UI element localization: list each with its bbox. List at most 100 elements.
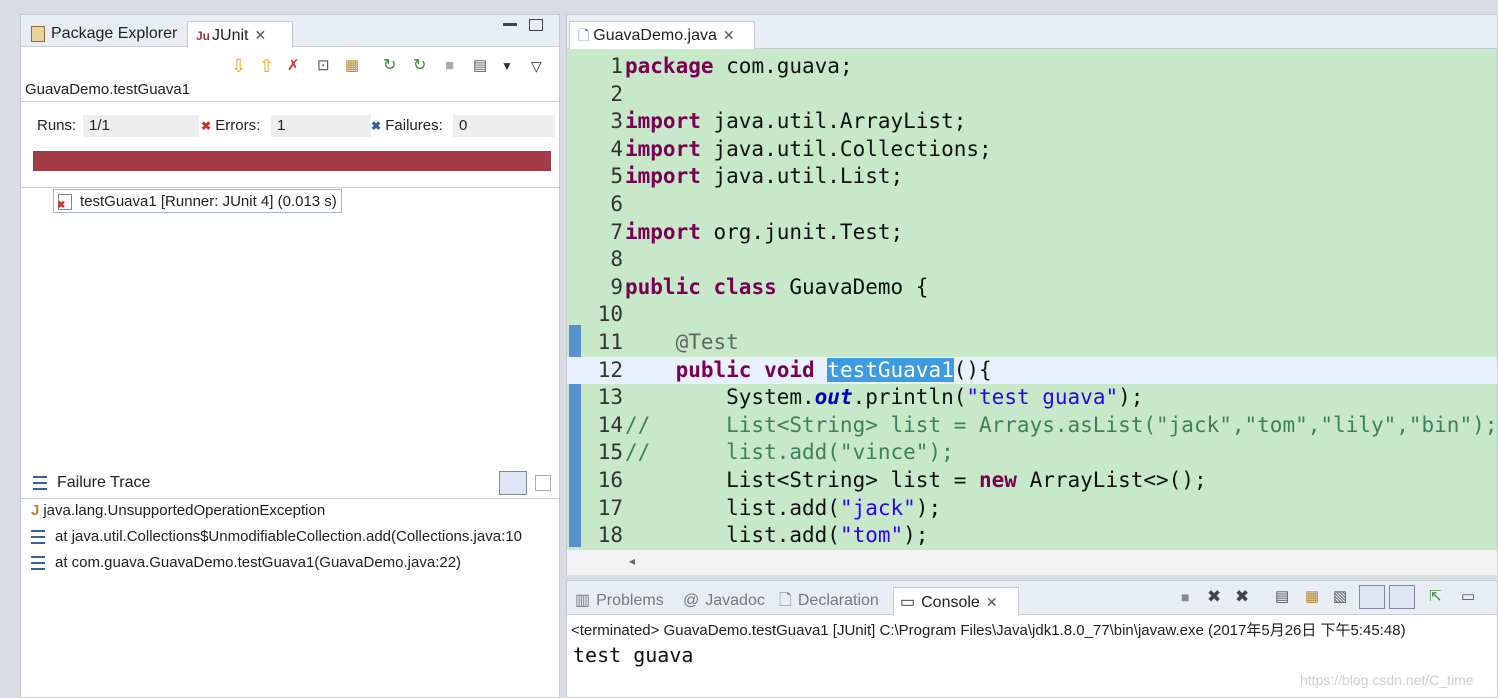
console-output: test guava — [573, 643, 694, 667]
scroll-lock-icon[interactable]: ▦ — [1305, 587, 1319, 605]
line-number: 15 — [597, 440, 623, 465]
line-number: 9 — [610, 274, 623, 299]
word-wrap-icon[interactable]: ▧ — [1333, 587, 1347, 605]
junit-icon: Ju — [196, 28, 211, 43]
line-number: 6 — [610, 192, 623, 216]
next-failure-icon[interactable]: ⇩ — [231, 55, 246, 77]
code-text: import org.junit.Test; — [625, 219, 904, 244]
code-line[interactable]: 3 import java.util.ArrayList; — [567, 108, 1497, 136]
code-line[interactable]: 10 — [567, 301, 1497, 329]
line-number: 10 — [597, 302, 623, 327]
tab-javadoc[interactable]: @ Javadoc — [677, 587, 765, 615]
filter-stack-icon[interactable] — [499, 471, 527, 495]
line-number: 3 — [610, 109, 623, 134]
test-run-label: GuavaDemo.testGuava1 — [25, 81, 191, 98]
maximize-icon[interactable] — [529, 19, 543, 31]
code-line[interactable]: 5 import java.util.List; — [567, 163, 1497, 191]
history-dropdown-icon[interactable]: ▼ — [501, 55, 513, 77]
line-number: 1 — [610, 54, 623, 78]
tab-junit[interactable]: Ju JUnit ✕ — [187, 21, 293, 48]
show-on-output-icon[interactable] — [1359, 585, 1385, 609]
line-number: 2 — [610, 81, 623, 106]
clear-console-icon[interactable]: ▤ — [1275, 587, 1289, 605]
code-text: package com.guava; — [625, 54, 853, 78]
code-text: @Test — [675, 330, 739, 354]
code-line[interactable]: 1 package com.guava; — [567, 53, 1497, 81]
code-line[interactable]: 18 list.add("tom"); — [567, 522, 1497, 550]
scroll-left-icon[interactable]: ◂ — [629, 554, 635, 568]
view-menu-icon[interactable]: ▽ — [531, 55, 542, 77]
trace-line[interactable]: at com.guava.GuavaDemo.testGuava1(GuavaD… — [31, 551, 557, 575]
console-status: <terminated> GuavaDemo.testGuava1 [JUnit… — [571, 622, 1406, 639]
close-icon[interactable]: ✕ — [254, 27, 266, 43]
code-area[interactable]: 1 package com.guava; 2 3 import java.util.Ar… — [567, 49, 1497, 549]
pin-console-icon[interactable]: ⇱ — [1429, 587, 1442, 605]
code-text: list.add("jack"); — [625, 495, 942, 520]
code-editor: 🗋 GuavaDemo.java ✕ 1 package com.guava; 2 3 im… — [566, 14, 1498, 575]
code-line[interactable]: 15// list.add("vince"); — [567, 439, 1497, 467]
stack-frame-icon — [31, 530, 45, 545]
compare-icon[interactable] — [535, 475, 551, 491]
stop-icon[interactable]: ■ — [445, 55, 454, 77]
code-text: public void testGuava1(){ — [675, 357, 992, 382]
tab-package-explorer[interactable]: Package Explorer — [23, 21, 193, 47]
scroll-lock-icon[interactable]: ⊡ — [317, 55, 330, 77]
history-icon[interactable]: ▤ — [473, 55, 487, 77]
console-icon: ▭ — [900, 594, 916, 611]
terminate-icon[interactable]: ■ — [1181, 589, 1189, 605]
test-tree-item[interactable]: ✖ testGuava1 [Runner: JUnit 4] (0.013 s) — [53, 189, 342, 213]
show-on-error-icon[interactable] — [1389, 585, 1415, 609]
line-number: 16 — [597, 468, 623, 492]
failures-value: 0 — [453, 115, 555, 137]
line-number: 4 — [610, 136, 623, 161]
counters-row: Runs: 1/1 ✖ Errors: 1 ✖ Failures: 0 — [21, 111, 559, 141]
code-text: // list.add("vince"); — [625, 440, 954, 465]
code-text: public class GuavaDemo { — [625, 274, 929, 299]
remove-launch-icon[interactable]: ✖ — [1207, 587, 1221, 607]
remove-all-icon[interactable]: ✖ — [1235, 587, 1249, 607]
horizontal-scrollbar[interactable]: ◂ — [567, 549, 1497, 575]
code-line[interactable]: 17 list.add("jack"); — [567, 495, 1497, 523]
code-line[interactable]: 8 — [567, 246, 1497, 274]
display-console-icon[interactable]: ▭ — [1461, 587, 1475, 605]
stack-frame-icon — [31, 556, 45, 571]
code-line[interactable]: 11 @Test — [567, 329, 1497, 357]
layout-icon[interactable]: ▦ — [345, 55, 359, 77]
code-text: import java.util.ArrayList; — [625, 109, 967, 134]
code-text: // List<String> list = Arrays.asList("ja… — [625, 412, 1498, 437]
tab-problems[interactable]: ▥ Problems — [569, 587, 664, 615]
code-text: System.out.println("test guava"); — [625, 385, 1144, 410]
declaration-icon: 🗋 — [779, 592, 792, 609]
code-line[interactable]: 12 public void testGuava1(){ — [567, 356, 1497, 385]
previous-failure-icon[interactable]: ⇧ — [259, 55, 274, 77]
failure-trace-header: Failure Trace — [21, 467, 559, 499]
watermark: https://blog.csdn.net/C_time — [1300, 672, 1474, 688]
code-line[interactable]: 13 System.out.println("test guava"); — [567, 384, 1497, 412]
code-line[interactable]: 7 import org.junit.Test; — [567, 219, 1497, 247]
close-icon[interactable]: ✕ — [986, 594, 998, 610]
tab-console[interactable]: ▭ Console ✕ — [893, 587, 1019, 616]
code-text: import java.util.List; — [625, 164, 904, 189]
line-number: 5 — [610, 164, 623, 189]
rerun-icon[interactable]: ↻ — [383, 55, 396, 77]
close-icon[interactable]: ✕ — [723, 27, 735, 43]
line-number: 13 — [597, 385, 623, 410]
code-line[interactable]: 9 public class GuavaDemo { — [567, 274, 1497, 302]
code-line[interactable]: 4 import java.util.Collections; — [567, 136, 1497, 164]
code-line[interactable]: 2 — [567, 81, 1497, 109]
code-line[interactable]: 16 List<String> list = new ArrayList<>()… — [567, 467, 1497, 495]
tab-guavademo-java[interactable]: 🗋 GuavaDemo.java ✕ — [569, 21, 755, 50]
show-failures-only-icon[interactable]: ✗ — [287, 55, 300, 77]
package-icon — [31, 25, 45, 42]
code-text: import java.util.Collections; — [625, 136, 992, 161]
editor-tab-bar: 🗋 GuavaDemo.java ✕ — [567, 15, 1497, 50]
tab-declaration[interactable]: 🗋 Declaration — [773, 587, 879, 615]
line-number: 7 — [610, 219, 623, 244]
trace-line[interactable]: Jjava.lang.UnsupportedOperationException — [31, 499, 557, 523]
code-line[interactable]: 6 — [567, 191, 1497, 219]
line-number: 8 — [610, 247, 623, 272]
minimize-icon[interactable] — [503, 23, 517, 26]
rerun-failed-icon[interactable]: ↻ — [413, 55, 426, 77]
code-line[interactable]: 14// List<String> list = Arrays.asList("… — [567, 412, 1498, 440]
trace-line[interactable]: at java.util.Collections$UnmodifiableCol… — [31, 525, 557, 549]
